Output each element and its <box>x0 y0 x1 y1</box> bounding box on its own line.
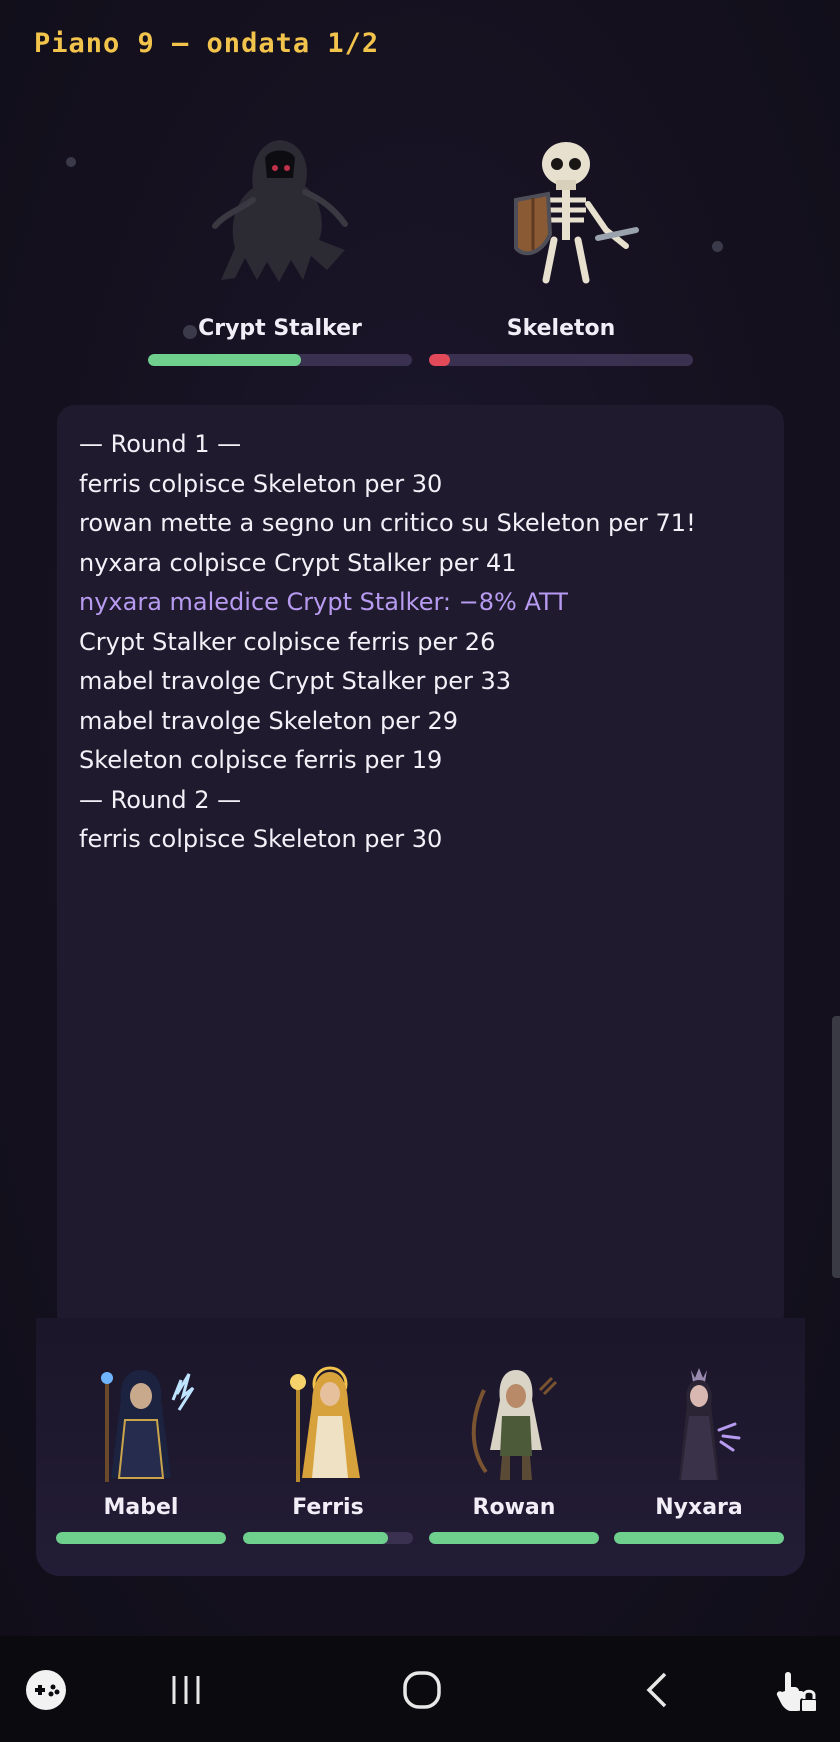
hero-hp-fill <box>429 1532 599 1544</box>
log-line: Skeleton colpisce ferris per 19 <box>79 746 443 774</box>
edge-panel-handle[interactable] <box>832 1016 840 1278</box>
enemy-hp-fill <box>429 354 451 366</box>
recent-apps-icon <box>172 1676 200 1704</box>
log-line: mabel travolge Skeleton per 29 <box>79 706 458 735</box>
log-line: rowan mette a segno un critico su Skelet… <box>79 509 696 537</box>
hero-name: Mabel <box>103 1495 179 1520</box>
enemy-name: Skeleton <box>506 316 616 341</box>
crypt-stalker-sprite <box>212 140 348 282</box>
witch-sprite <box>679 1368 741 1480</box>
log-line: — Round 1 — <box>79 430 242 458</box>
hero-mabel[interactable]: Mabel <box>56 1360 226 1544</box>
hero-rowan[interactable]: Rowan <box>429 1360 599 1544</box>
ranger-sprite <box>471 1370 558 1480</box>
log-line: ferris colpisce Skeleton per 30 <box>79 825 443 853</box>
back-icon <box>646 1672 667 1708</box>
game-launcher-icon <box>26 1670 66 1710</box>
hero-hp-bar <box>614 1532 784 1544</box>
back-button[interactable] <box>628 1660 688 1720</box>
game-launcher-button[interactable] <box>16 1660 76 1720</box>
hero-hp-fill <box>243 1532 388 1544</box>
priestess-sprite <box>290 1366 360 1482</box>
hero-name: Ferris <box>292 1495 364 1520</box>
hero-hp-bar <box>429 1532 599 1544</box>
skeleton-sprite <box>514 142 639 284</box>
ambient-dot <box>66 157 76 167</box>
log-line: mabel travolge Crypt Stalker per 33 <box>79 667 512 695</box>
enemy-skeleton[interactable]: Skeleton <box>429 130 693 366</box>
enemy-crypt-stalker[interactable]: Crypt Stalker <box>148 130 412 366</box>
touch-lock-icon <box>776 1672 818 1713</box>
enemy-hp-fill <box>148 354 302 366</box>
battle-log[interactable]: — Round 1 — ferris colpisce Skeleton per… <box>57 405 784 1331</box>
ambient-dot <box>712 241 723 252</box>
hero-hp-fill <box>614 1532 784 1544</box>
home-icon <box>403 1671 441 1709</box>
touch-lock-button[interactable] <box>766 1660 826 1720</box>
hero-name: Nyxara <box>655 1495 743 1520</box>
log-line: nyxara colpisce Crypt Stalker per 41 <box>79 548 517 577</box>
hero-hp-bar <box>56 1532 226 1544</box>
hero-nyxara[interactable]: Nyxara <box>614 1360 784 1544</box>
recent-apps-button[interactable] <box>156 1660 216 1720</box>
log-line: Crypt Stalker colpisce ferris per 26 <box>79 627 496 656</box>
hero-hp-fill <box>56 1532 226 1544</box>
log-line: ferris colpisce Skeleton per 30 <box>79 469 443 498</box>
home-button[interactable] <box>392 1660 452 1720</box>
hero-name: Rowan <box>472 1495 556 1520</box>
enemy-hp-bar <box>148 354 412 366</box>
mage-sprite <box>101 1370 195 1482</box>
enemy-name: Crypt Stalker <box>198 316 362 341</box>
log-line-curse: nyxara maledice Crypt Stalker: −8% ATT <box>79 588 568 616</box>
hero-hp-bar <box>243 1532 413 1544</box>
enemy-hp-bar <box>429 354 693 366</box>
log-line: — Round 2 — <box>79 785 242 814</box>
system-nav-bar <box>0 1636 840 1742</box>
hero-ferris[interactable]: Ferris <box>243 1360 413 1544</box>
floor-wave-title: Piano 9 — ondata 1/2 <box>34 28 380 59</box>
